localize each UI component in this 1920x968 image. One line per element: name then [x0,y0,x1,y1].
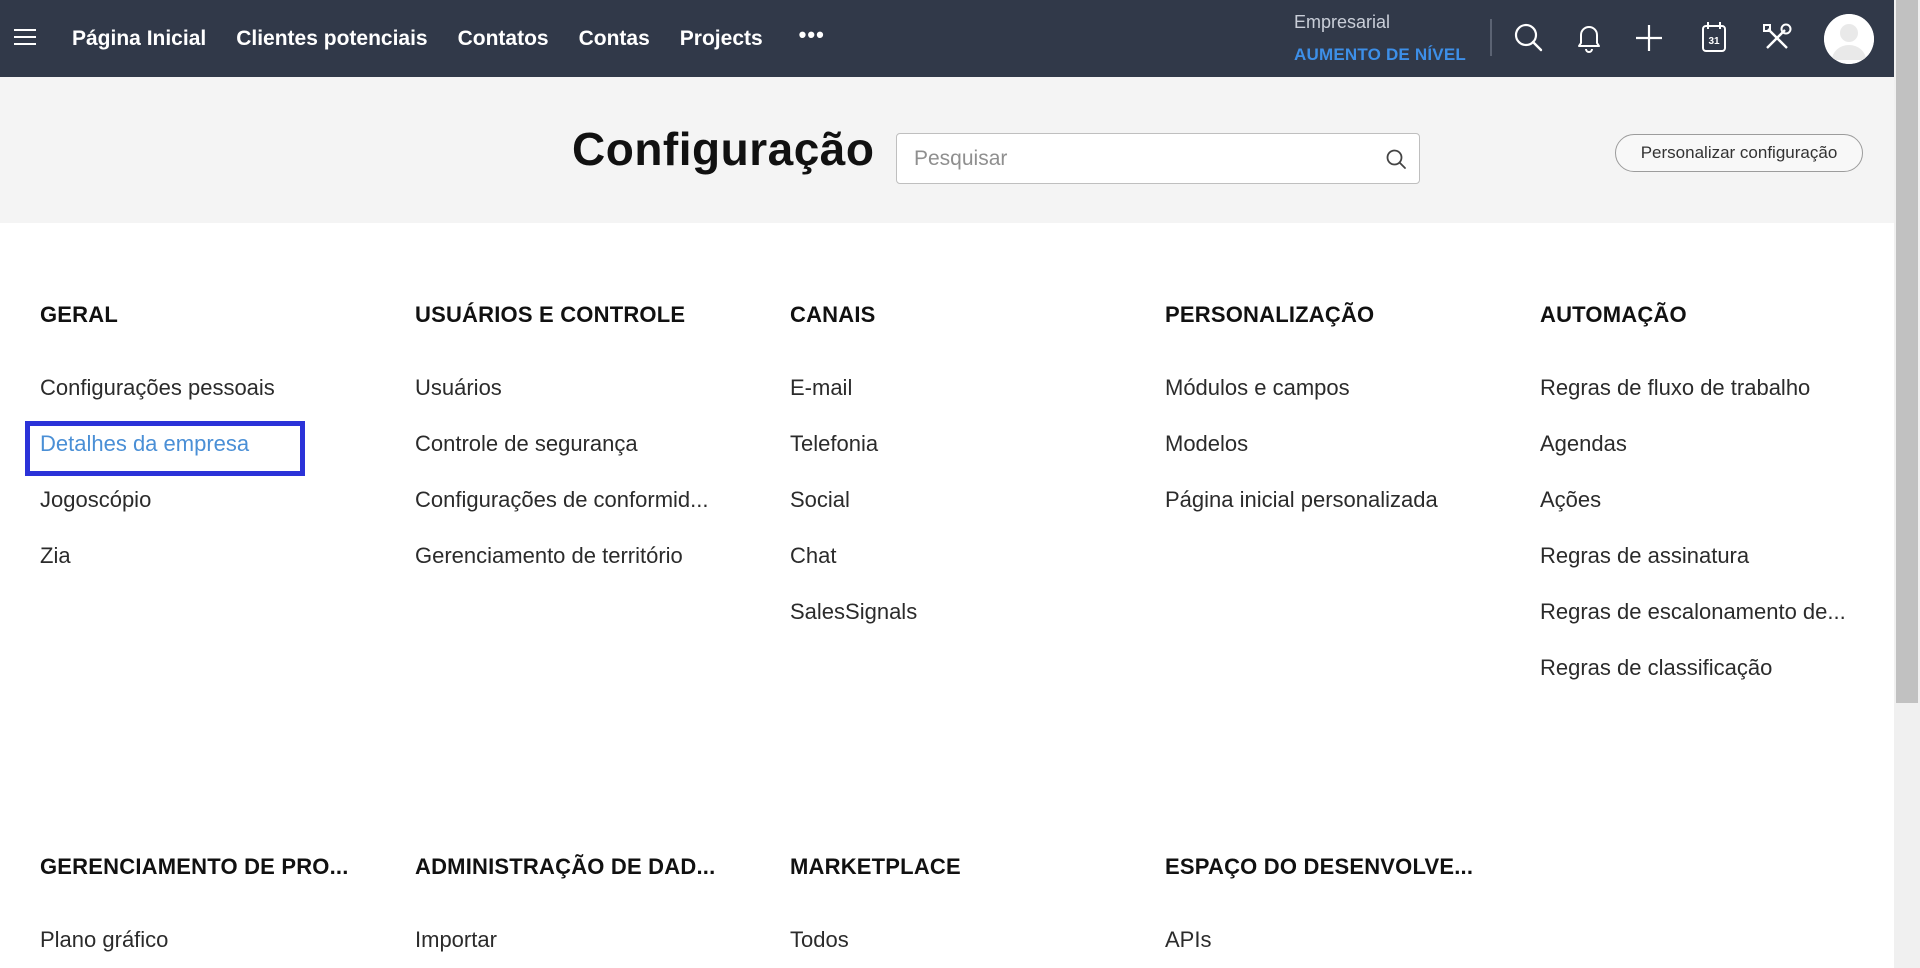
section-links: E-mail Telefonia Social Chat SalesSignal… [790,374,1150,654]
menu-icon[interactable] [14,29,36,47]
search-icon[interactable] [1385,148,1407,170]
section-channels: CANAIS E-mail Telefonia Social Chat Sale… [790,302,1150,654]
nav-contacts[interactable]: Contatos [458,27,549,51]
link-compliance-settings[interactable]: Configurações de conformid... [415,486,735,542]
tools-icon[interactable] [1757,18,1797,58]
section-customization: PERSONALIZAÇÃO Módulos e campos Modelos … [1165,302,1525,542]
section-data-administration: ADMINISTRAÇÃO DE DAD... Importar [415,854,775,968]
section-title: GERENCIAMENTO DE PRO... [40,854,349,879]
link-escalation-rules[interactable]: Regras de escalonamento de... [1540,598,1860,654]
page-title: Configuração [572,123,875,175]
link-email[interactable]: E-mail [790,374,1110,430]
section-title: ADMINISTRAÇÃO DE DAD... [415,854,716,879]
section-title: AUTOMAÇÃO [1540,302,1687,327]
link-salessignals[interactable]: SalesSignals [790,598,1110,654]
link-schedules[interactable]: Agendas [1540,430,1860,486]
section-automation: AUTOMAÇÃO Regras de fluxo de trabalho Ag… [1540,302,1900,710]
section-links: Importar [415,926,775,968]
upgrade-link[interactable]: AUMENTO DE NÍVEL [1294,45,1466,65]
customize-setup-button[interactable]: Personalizar configuração [1615,134,1863,172]
link-templates[interactable]: Modelos [1165,430,1485,486]
section-process-management: GERENCIAMENTO DE PRO... Plano gráfico [40,854,400,968]
section-links: Todos [790,926,1150,968]
link-users[interactable]: Usuários [415,374,735,430]
link-personal-settings[interactable]: Configurações pessoais [40,374,360,430]
search-icon[interactable] [1508,18,1548,58]
scrollbar-thumb[interactable] [1896,0,1918,703]
nav-home[interactable]: Página Inicial [72,27,206,51]
link-telephony[interactable]: Telefonia [790,430,1110,486]
topbar-divider [1490,19,1492,56]
link-social[interactable]: Social [790,486,1110,542]
section-links: Configurações pessoais Detalhes da empre… [40,374,400,598]
link-import[interactable]: Importar [415,926,735,968]
plus-icon[interactable] [1629,18,1669,58]
link-assignment-rules[interactable]: Regras de assinatura [1540,542,1860,598]
plan-name: Empresarial [1294,12,1391,32]
link-apis[interactable]: APIs [1165,926,1485,968]
link-all[interactable]: Todos [790,926,1110,968]
nav-accounts[interactable]: Contas [579,27,650,51]
link-gamescope[interactable]: Jogoscópio [40,486,360,542]
section-links: Módulos e campos Modelos Página inicial … [1165,374,1525,542]
section-marketplace: MARKETPLACE Todos [790,854,1150,968]
avatar[interactable] [1824,14,1874,64]
section-general: GERAL Configurações pessoais Detalhes da… [40,302,400,598]
section-title: MARKETPLACE [790,854,961,879]
link-territory-management[interactable]: Gerenciamento de território [415,542,735,598]
link-actions[interactable]: Ações [1540,486,1860,542]
plan-info: Empresarial AUMENTO DE NÍVEL [1294,12,1466,65]
link-modules-fields[interactable]: Módulos e campos [1165,374,1485,430]
link-chat[interactable]: Chat [790,542,1110,598]
link-blueprint[interactable]: Plano gráfico [40,926,360,968]
section-title: CANAIS [790,302,876,327]
link-workflow-rules[interactable]: Regras de fluxo de trabalho [1540,374,1860,430]
main-nav: Página Inicial Clientes potenciais Conta… [72,0,825,77]
link-zia[interactable]: Zia [40,542,360,598]
section-title: GERAL [40,302,118,327]
setup-search-box [896,133,1420,184]
section-links: APIs [1165,926,1525,968]
link-security-control[interactable]: Controle de segurança [415,430,735,486]
nav-projects[interactable]: Projects [680,27,763,51]
link-scoring-rules[interactable]: Regras de classificação [1540,654,1860,710]
link-company-details[interactable]: Detalhes da empresa [40,430,360,486]
section-links: Usuários Controle de segurança Configura… [415,374,775,598]
link-custom-home-page[interactable]: Página inicial personalizada [1165,486,1485,542]
bell-icon[interactable] [1569,18,1609,58]
nav-leads[interactable]: Clientes potenciais [236,27,427,51]
calendar-day-text: 31 [1708,36,1720,47]
section-links: Plano gráfico [40,926,400,968]
calendar-icon[interactable]: 31 [1694,18,1734,58]
section-links: Regras de fluxo de trabalho Agendas Açõe… [1540,374,1900,710]
setup-search-input[interactable] [897,134,1367,183]
section-title: PERSONALIZAÇÃO [1165,302,1375,327]
section-title: USUÁRIOS E CONTROLE [415,302,686,327]
top-navigation-bar: Página Inicial Clientes potenciais Conta… [0,0,1894,77]
section-title: ESPAÇO DO DESENVOLVE... [1165,854,1474,879]
section-users-control: USUÁRIOS E CONTROLE Usuários Controle de… [415,302,775,598]
more-tabs-icon[interactable]: ••• [799,22,825,48]
section-developer-space: ESPAÇO DO DESENVOLVE... APIs [1165,854,1525,968]
